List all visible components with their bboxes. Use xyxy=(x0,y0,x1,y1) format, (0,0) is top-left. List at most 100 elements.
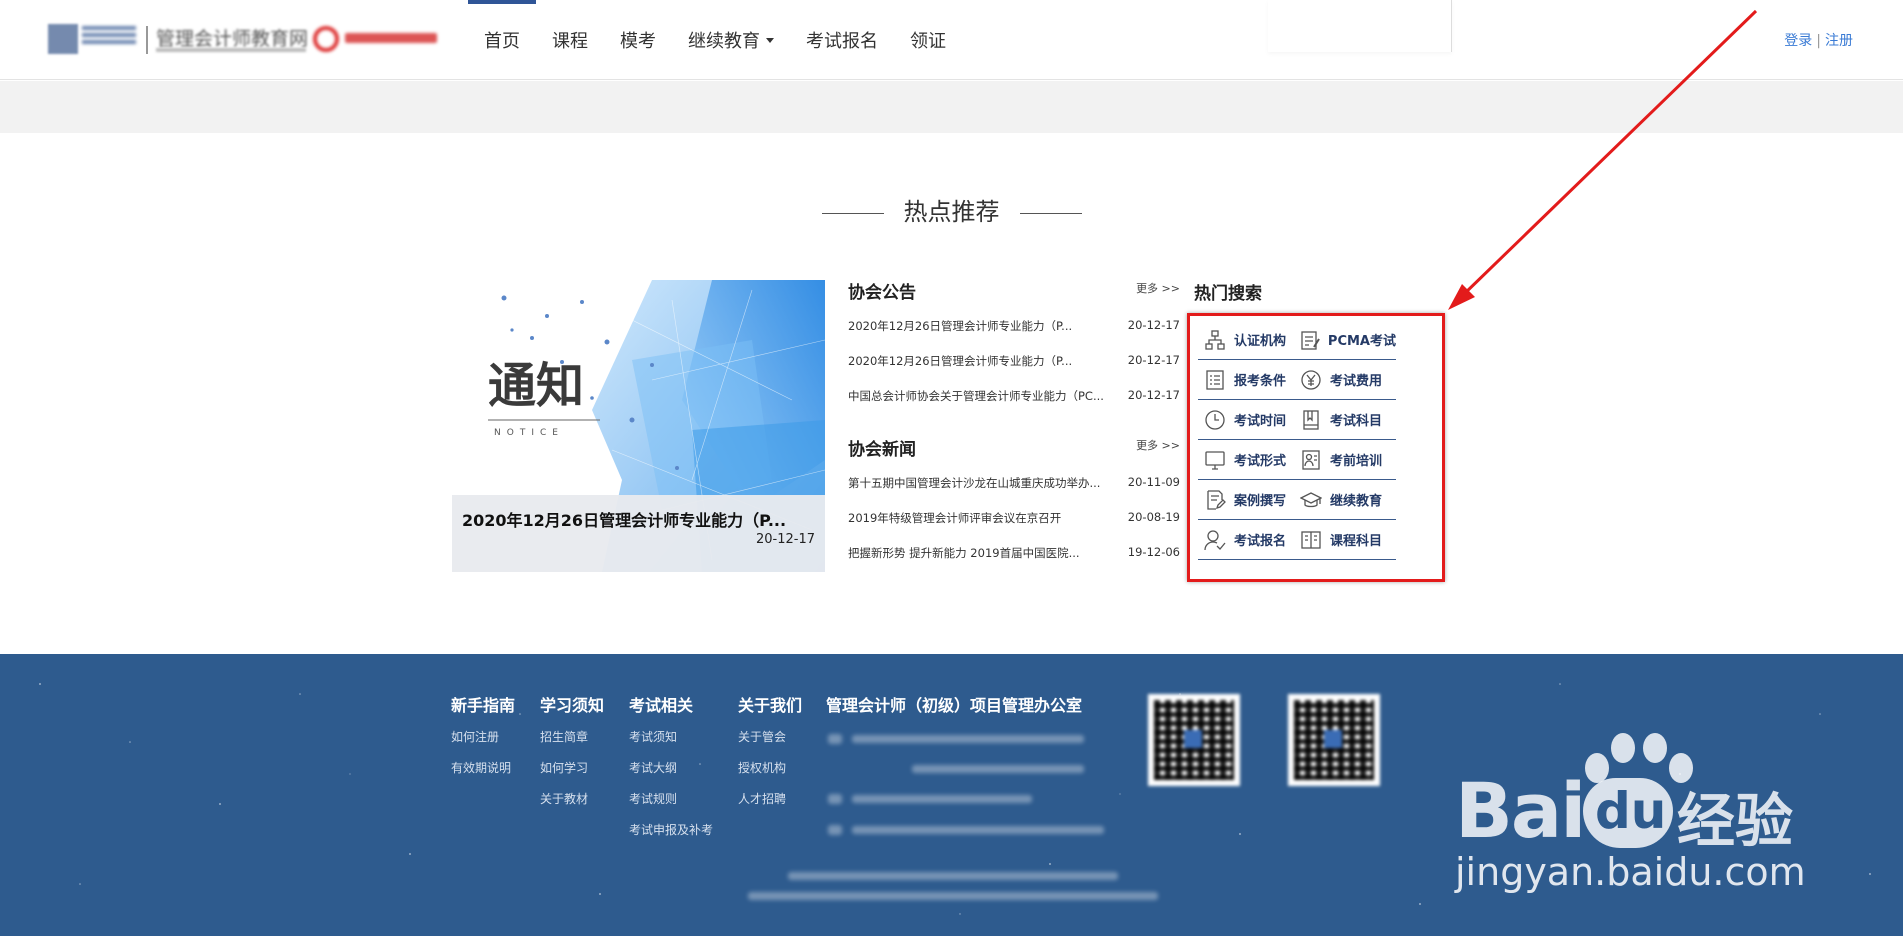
nav-certificate[interactable]: 领证 xyxy=(894,0,962,80)
footer-link[interactable]: 如何学习 xyxy=(540,759,604,776)
list-item-date: 20-11-09 xyxy=(1127,475,1180,489)
copyright-blurred xyxy=(748,892,1158,900)
register-link[interactable]: 注册 xyxy=(1825,33,1853,49)
footer-col-beginner-guide: 新手指南 如何注册 有效期说明 xyxy=(451,692,515,790)
hot-item-label: 考试形式 xyxy=(1234,454,1287,469)
baidu-jingyan-watermark: Bai du 经验 jingyan.baidu.com xyxy=(1455,728,1806,908)
nav-mock-exam[interactable]: 模考 xyxy=(604,0,672,80)
hot-item-continuing-education[interactable]: 继续教育 xyxy=(1294,480,1396,520)
nav-continuing-education[interactable]: 继续教育 xyxy=(672,0,790,80)
section-title-text: 热点推荐 xyxy=(903,198,1000,226)
watermark-baidu-text: Bai xyxy=(1455,766,1586,855)
footer-link[interactable]: 招生简章 xyxy=(540,728,604,745)
hot-item-label: 继续教育 xyxy=(1330,494,1383,509)
login-link[interactable]: 登录 xyxy=(1784,33,1812,49)
footer-link[interactable]: 授权机构 xyxy=(738,759,802,776)
footer-contact: 管理会计师（初级）项目管理办公室 xyxy=(826,692,1082,716)
featured-title[interactable]: 2020年12月26日管理会计师专业能力（P... xyxy=(462,507,786,531)
announcements-header: 协会公告 更多 >> xyxy=(848,278,1184,304)
nav-courses[interactable]: 课程 xyxy=(536,0,604,80)
news-title: 协会新闻 xyxy=(848,440,916,460)
hot-item-certified-institutions[interactable]: 认证机构 xyxy=(1198,320,1298,360)
hot-item-pcma-exam[interactable]: PCMA考试 xyxy=(1294,320,1396,360)
hot-item-exam-fee[interactable]: 考试费用 xyxy=(1294,360,1396,400)
contact-email-blurred xyxy=(852,795,1032,803)
qr-code-wechat xyxy=(1148,694,1240,786)
qr-code-app xyxy=(1288,694,1380,786)
hot-item-label: 报考条件 xyxy=(1234,374,1287,389)
list-item[interactable]: 第十五期中国管理会计沙龙在山城重庆成功举办... 20-11-09 xyxy=(848,475,1184,510)
hot-item-label: 考试报名 xyxy=(1234,534,1287,549)
monitor-icon xyxy=(1202,447,1228,473)
hot-item-label: 考试科目 xyxy=(1330,414,1383,429)
footer-link[interactable]: 人才招聘 xyxy=(738,790,802,807)
clock-icon xyxy=(1202,407,1228,433)
list-item[interactable]: 中国总会计师协会关于管理会计师专业能力（PC... 20-12-17 xyxy=(848,388,1184,423)
list-item[interactable]: 把握新形势 提升新能力 2019首届中国医院... 19-12-06 xyxy=(848,545,1184,580)
footer-link[interactable]: 考试申报及补考 xyxy=(629,821,713,838)
hot-item-requirements[interactable]: 报考条件 xyxy=(1198,360,1298,400)
footer-link[interactable]: 如何注册 xyxy=(451,728,515,745)
hot-item-label: 考前培训 xyxy=(1330,454,1383,469)
featured-card[interactable]: 通知 NOTICE 2020年12月26日管理会计师专业能力（P... 20-1… xyxy=(452,280,825,572)
footer-link[interactable]: 有效期说明 xyxy=(451,759,515,776)
list-item-title[interactable]: 第十五期中国管理会计沙龙在山城重庆成功举办... xyxy=(848,475,1116,491)
list-item[interactable]: 2020年12月26日管理会计师专业能力（P... 20-12-17 xyxy=(848,353,1184,388)
news-more-link[interactable]: 更多 >> xyxy=(1136,437,1180,453)
featured-caption: 2020年12月26日管理会计师专业能力（P... 20-12-17 xyxy=(452,495,825,572)
nav-home[interactable]: 首页 xyxy=(468,0,536,80)
title-line-right xyxy=(1019,212,1082,214)
announcements-more-link[interactable]: 更多 >> xyxy=(1136,280,1180,296)
title-line-left xyxy=(821,212,884,214)
hot-item-course-subjects[interactable]: 课程科目 xyxy=(1294,520,1396,560)
list-item[interactable]: 2019年特级管理会计师评审会议在京召开 20-08-19 xyxy=(848,510,1184,545)
featured-date: 20-12-17 xyxy=(755,532,815,547)
list-item-title[interactable]: 2019年特级管理会计师评审会议在京召开 xyxy=(848,510,1116,526)
footer-links-blurred xyxy=(788,872,1118,880)
news-section: 协会新闻 更多 >> 第十五期中国管理会计沙龙在山城重庆成功举办... 20-11… xyxy=(848,435,1184,580)
list-item-date: 19-12-06 xyxy=(1127,545,1180,559)
hot-search-highlight-box: 认证机构 报考条件 考试时间 考试形式 案例撰写 考试报名 PCMA考试 考试费… xyxy=(1187,313,1445,582)
list-item-title[interactable]: 2020年12月26日管理会计师专业能力（P... xyxy=(848,318,1116,334)
footer-col-title: 新手指南 xyxy=(451,696,516,715)
watermark-url: jingyan.baidu.com xyxy=(1455,850,1806,894)
hot-item-exam-subjects[interactable]: 考试科目 xyxy=(1294,400,1396,440)
footer-link[interactable]: 考试大纲 xyxy=(629,759,713,776)
site-logo[interactable]: 管理会计师教育网 xyxy=(48,20,440,60)
hot-item-pre-exam-training[interactable]: 考前培训 xyxy=(1294,440,1396,480)
nav-exam-registration[interactable]: 考试报名 xyxy=(790,0,894,80)
list-item-title[interactable]: 中国总会计师协会关于管理会计师专业能力（PC... xyxy=(848,388,1116,404)
hot-item-label: PCMA考试 xyxy=(1327,334,1396,349)
yen-icon xyxy=(1298,367,1324,393)
hot-item-exam-registration[interactable]: 考试报名 xyxy=(1198,520,1298,560)
logo-divider xyxy=(146,26,148,54)
page: 管理会计师教育网 首页 课程 模考 继续教育 考试报名 领证 登录 | 注册 热点推… xyxy=(0,0,1903,936)
list-item[interactable]: 2020年12月26日管理会计师专业能力（P... 20-12-17 xyxy=(848,318,1184,353)
notice-image-text: 通知 xyxy=(488,358,584,414)
contact-address-blurred xyxy=(852,826,1104,834)
hot-item-exam-time[interactable]: 考试时间 xyxy=(1198,400,1298,440)
list-item-date: 20-12-17 xyxy=(1127,318,1180,332)
list-item-title[interactable]: 把握新形势 提升新能力 2019首届中国医院... xyxy=(848,545,1116,561)
footer-col-title: 考试相关 xyxy=(629,696,694,715)
list-item-title[interactable]: 2020年12月26日管理会计师专业能力（P... xyxy=(848,353,1116,369)
write-icon xyxy=(1202,487,1228,513)
list-item-date: 20-12-17 xyxy=(1127,388,1180,402)
hot-item-case-writing[interactable]: 案例撰写 xyxy=(1198,480,1298,520)
hot-item-label: 案例撰写 xyxy=(1234,494,1287,509)
graduation-cap-icon xyxy=(1298,487,1324,513)
hot-item-exam-format[interactable]: 考试形式 xyxy=(1198,440,1298,480)
footer-link[interactable]: 考试规则 xyxy=(629,790,713,807)
auth-links: 登录 | 注册 xyxy=(1784,30,1853,50)
trainer-icon xyxy=(1298,447,1324,473)
mail-icon xyxy=(828,794,842,804)
phone-icon xyxy=(828,734,842,744)
contact-phone2-blurred xyxy=(912,765,1084,773)
footer-link[interactable]: 关于教材 xyxy=(540,790,604,807)
hot-search-title: 热门搜索 xyxy=(1194,284,1262,304)
news-header: 协会新闻 更多 >> xyxy=(848,435,1184,461)
user-check-icon xyxy=(1202,527,1228,553)
footer-link[interactable]: 关于管会 xyxy=(738,728,802,745)
footer-link[interactable]: 考试须知 xyxy=(629,728,713,745)
open-book-icon xyxy=(1298,527,1324,553)
